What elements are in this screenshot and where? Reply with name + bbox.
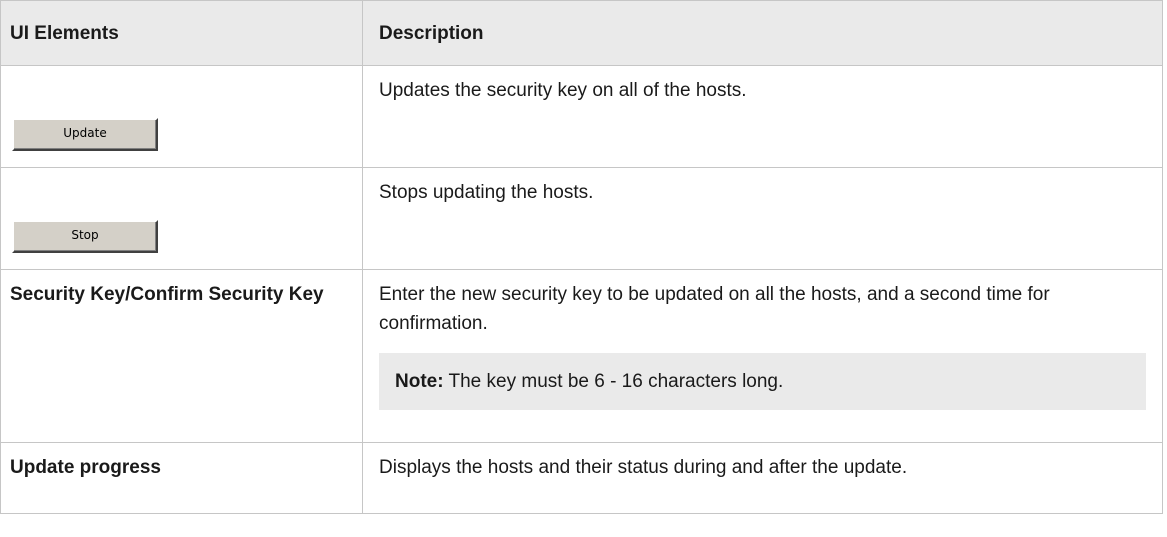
note-box: Note: The key must be 6 - 16 characters …	[379, 353, 1146, 410]
element-label-security-key: Security Key/Confirm Security Key	[0, 269, 363, 443]
ui-elements-table: UI Elements Description Update Updates t…	[0, 0, 1163, 514]
note-label: Note:	[395, 371, 444, 392]
table-row: Update progress Displays the hosts and t…	[0, 442, 1163, 514]
description-cell: Stops updating the hosts.	[362, 167, 1163, 270]
description-cell: Displays the hosts and their status duri…	[362, 442, 1163, 514]
table-row: Stop Stops updating the hosts.	[0, 167, 1163, 270]
header-ui-elements: UI Elements	[0, 0, 363, 66]
stop-button[interactable]: Stop	[12, 220, 158, 253]
note-text: The key must be 6 - 16 characters long.	[443, 371, 784, 392]
element-label-update-progress: Update progress	[0, 442, 363, 514]
table-row: Security Key/Confirm Security Key Enter …	[0, 269, 1163, 443]
table-header-row: UI Elements Description	[0, 0, 1163, 66]
element-cell: Stop	[0, 167, 363, 270]
table-row: Update Updates the security key on all o…	[0, 65, 1163, 168]
element-cell: Update	[0, 65, 363, 168]
description-cell: Updates the security key on all of the h…	[362, 65, 1163, 168]
header-description: Description	[362, 0, 1163, 66]
update-button[interactable]: Update	[12, 118, 158, 151]
description-text: Enter the new security key to be updated…	[379, 284, 1050, 334]
description-cell: Enter the new security key to be updated…	[362, 269, 1163, 443]
